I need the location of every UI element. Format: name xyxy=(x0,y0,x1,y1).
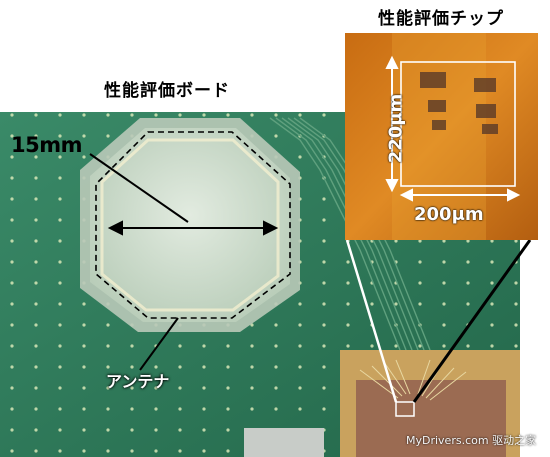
board-title: 性能評価ボード xyxy=(104,81,230,101)
figure: 性能評価ボード 性能評価チップ 15mm アンテナ 220μm 200μm My… xyxy=(0,0,550,457)
test-pad xyxy=(244,428,324,457)
chip-width-label: 200μm xyxy=(414,204,484,225)
chip-height-label: 220μm xyxy=(385,93,407,164)
board-photo xyxy=(0,33,538,457)
antenna-diameter-label: 15mm xyxy=(11,133,83,157)
antenna-label: アンテナ xyxy=(106,372,170,391)
watermark: MyDrivers.com 驱动之家 xyxy=(406,434,537,447)
chip-title: 性能評価チップ xyxy=(378,9,504,29)
